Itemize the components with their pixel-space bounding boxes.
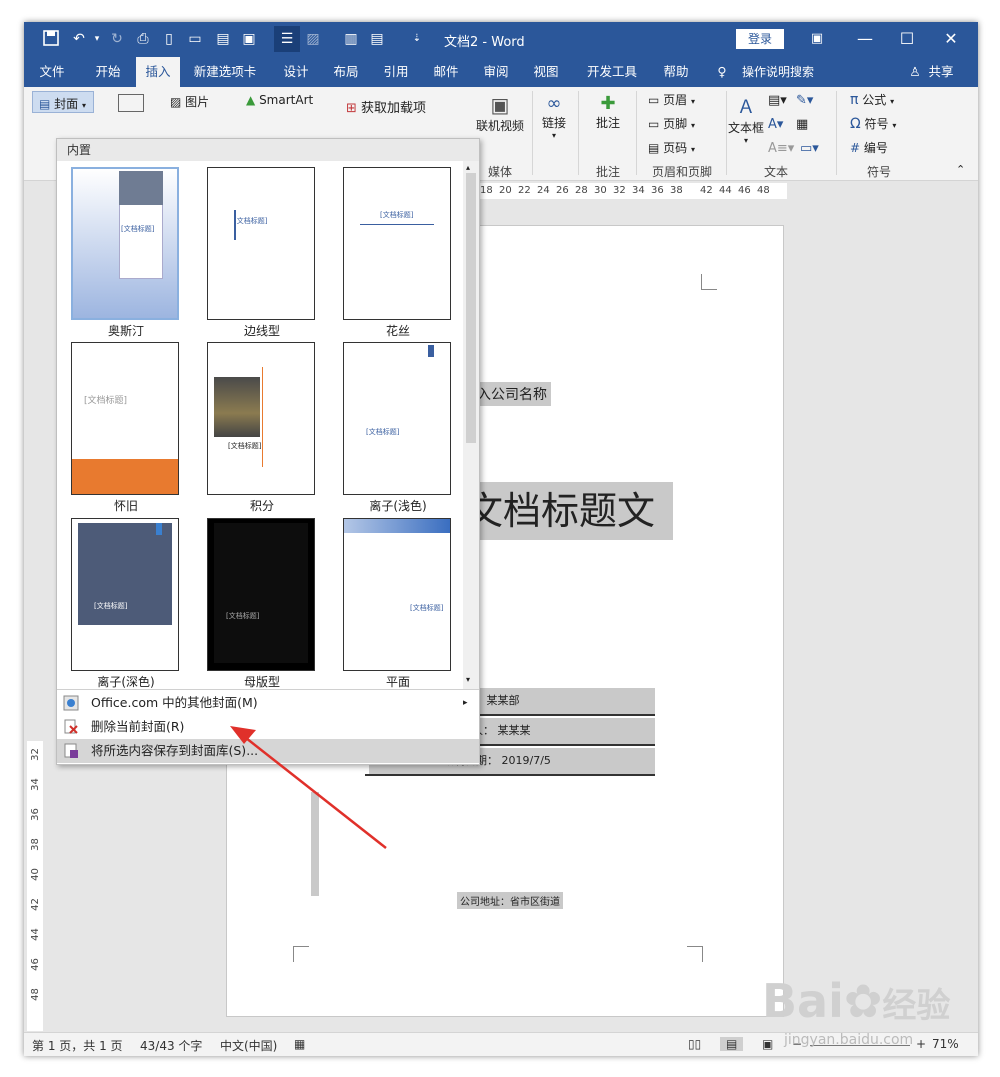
watermark-url: jingyan.baidu.com: [784, 1032, 914, 1048]
watermark-brand-text: Bai: [762, 974, 844, 1028]
word-window: ↶ ▾ ↻ ⎙ ▯ ▭ ▤ ▣ ☰ ▨ ▥ ▤ ⇣ 文档2 - Word 登录 …: [24, 22, 978, 1056]
arrow-shaft: [245, 737, 387, 849]
watermark-brand: Bai✿经验: [762, 974, 950, 1028]
annotation-arrow: [230, 726, 387, 849]
paw-icon: ✿: [843, 974, 883, 1028]
watermark-brand2-text: 经验: [882, 986, 951, 1026]
